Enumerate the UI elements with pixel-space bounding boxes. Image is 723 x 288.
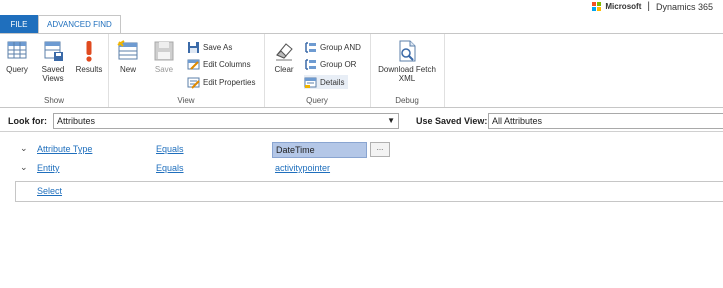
group-label-debug: Debug (395, 96, 419, 105)
ribbon-group-debug: Download Fetch XML Debug (370, 34, 445, 107)
tab-advanced-find[interactable]: ADVANCED FIND (38, 15, 121, 34)
look-for-select[interactable]: Attributes ▼ (53, 113, 399, 129)
group-label-show: Show (43, 96, 64, 105)
download-fetch-xml-button[interactable]: Download Fetch XML (373, 39, 441, 83)
saved-views-label-line1: Saved (41, 65, 65, 74)
query-row: ⌄ Entity Equals activitypointer (0, 161, 723, 177)
lookup-button[interactable]: ... (370, 142, 390, 157)
group-and-button[interactable]: Group AND (304, 40, 361, 54)
group-and-icon (304, 41, 317, 54)
brand-product[interactable]: Dynamics 365 (656, 2, 713, 12)
look-for-bar: Look for: Attributes ▼ Use Saved View: A… (0, 113, 723, 131)
save-as-icon (187, 41, 200, 54)
floppy-disk-icon (152, 39, 176, 63)
microsoft-logo-icon (592, 2, 602, 11)
dropdown-arrow-icon: ▼ (387, 116, 395, 125)
field-link[interactable]: Attribute Type (37, 144, 92, 154)
use-saved-view-label: Use Saved View: (416, 116, 488, 126)
group-or-button[interactable]: Group OR (304, 57, 356, 71)
edit-columns-icon (187, 58, 200, 71)
look-for-value: Attributes (57, 116, 96, 126)
edit-properties-icon (187, 76, 200, 89)
fetch-xml-label-line2: XML (398, 74, 416, 83)
brand-separator: | (647, 1, 650, 12)
top-brand-bar: Microsoft | Dynamics 365 (0, 0, 723, 14)
query-button-label: Query (6, 65, 28, 74)
eraser-icon (272, 39, 296, 63)
details-button[interactable]: Details (304, 75, 349, 89)
select-row: Select (15, 181, 723, 202)
tab-file[interactable]: FILE (0, 15, 38, 34)
new-button[interactable]: New (114, 39, 142, 74)
ribbon-group-view: New Save Save As Edit Columns Edit Prope… (108, 34, 265, 107)
ribbon-group-query: Clear Group AND Group OR Details Query (264, 34, 371, 107)
save-as-button[interactable]: Save As (187, 40, 232, 54)
edit-columns-button[interactable]: Edit Columns (187, 57, 251, 71)
operator-link[interactable]: Equals (156, 163, 184, 173)
group-or-label: Group OR (320, 59, 357, 69)
results-button[interactable]: Results (74, 39, 104, 74)
saved-views-button[interactable]: Saved Views (38, 39, 68, 83)
chevron-down-icon[interactable]: ⌄ (20, 143, 28, 154)
saved-view-value: All Attributes (492, 116, 543, 126)
ribbon: Query Saved Views Results Show New Save … (0, 34, 723, 108)
exclamation-icon (77, 39, 101, 63)
results-button-label: Results (75, 65, 103, 74)
edit-columns-label: Edit Columns (203, 59, 251, 69)
group-or-icon (304, 58, 317, 71)
group-and-label: Group AND (320, 42, 361, 52)
query-button[interactable]: Query (4, 39, 30, 74)
operator-link[interactable]: Equals (156, 144, 184, 154)
ribbon-group-show: Query Saved Views Results Show (0, 34, 109, 107)
saved-views-label-line2: Views (42, 74, 64, 83)
chevron-down-icon[interactable]: ⌄ (20, 162, 28, 173)
field-link[interactable]: Entity (37, 163, 60, 173)
new-button-label: New (119, 65, 136, 74)
query-grid-icon (5, 39, 29, 63)
query-row: ⌄ Attribute Type Equals DateTime ... (0, 142, 723, 158)
new-grid-icon (116, 39, 140, 63)
save-button-label: Save (154, 65, 174, 74)
details-icon (304, 76, 317, 89)
select-link[interactable]: Select (37, 186, 62, 196)
saved-views-icon (41, 39, 65, 63)
clear-button[interactable]: Clear (270, 39, 298, 74)
value-input[interactable]: DateTime (272, 142, 367, 158)
save-button[interactable]: Save (150, 39, 178, 74)
fetch-xml-icon (395, 39, 419, 63)
details-label: Details (320, 77, 345, 87)
query-divider (0, 131, 723, 132)
look-for-label: Look for: (8, 116, 47, 126)
save-as-label: Save As (203, 42, 233, 52)
ribbon-tabs: FILE ADVANCED FIND (0, 15, 121, 34)
clear-button-label: Clear (274, 65, 294, 74)
saved-view-select[interactable]: All Attributes (488, 113, 723, 129)
edit-properties-button[interactable]: Edit Properties (187, 75, 255, 89)
group-label-query: Query (306, 96, 328, 105)
brand: Microsoft | Dynamics 365 (592, 1, 713, 12)
value-link[interactable]: activitypointer (275, 163, 330, 173)
group-label-view: View (177, 96, 195, 105)
fetch-xml-label-line1: Download Fetch (378, 65, 436, 74)
edit-properties-label: Edit Properties (203, 77, 256, 87)
brand-company: Microsoft (605, 2, 642, 11)
